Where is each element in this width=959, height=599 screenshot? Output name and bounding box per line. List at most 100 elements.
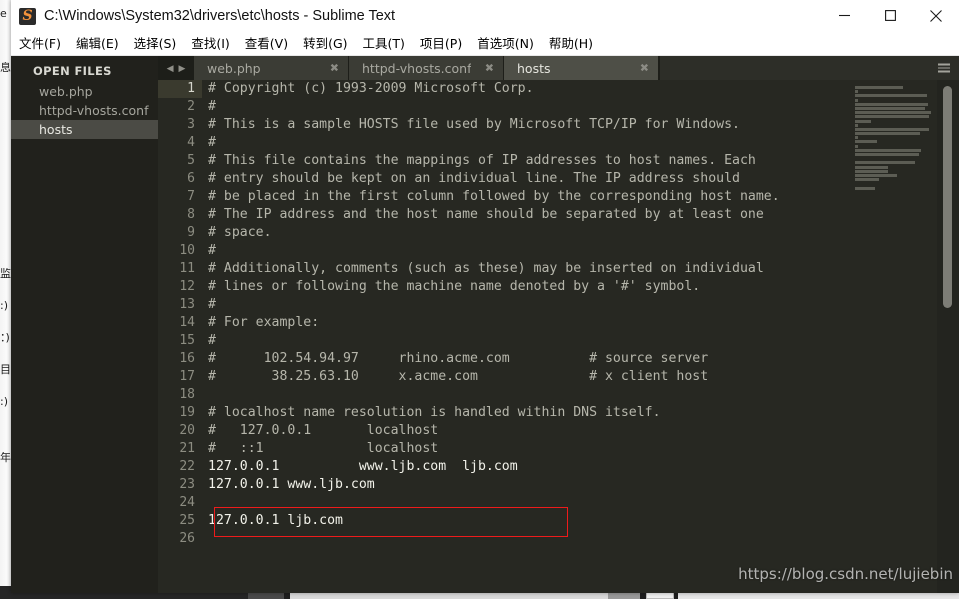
code-line: # lines or following the machine name de… <box>208 279 701 294</box>
minimap-row <box>855 127 929 131</box>
minimize-icon <box>838 14 850 17</box>
sidebar-item-web-php[interactable]: web.php <box>11 82 158 101</box>
tab-next-icon[interactable]: ▶ <box>179 63 186 73</box>
minimap-row <box>855 119 871 123</box>
minimap-row <box>855 161 915 165</box>
minimap-row <box>855 178 879 182</box>
code-line: # be placed in the first column followed… <box>208 189 780 204</box>
editor-scrollbar-thumb[interactable] <box>943 86 952 308</box>
sublime-text-window: S C:\Windows\System32\drivers\etc\hosts … <box>11 0 959 593</box>
tab-httpd-vhosts-conf[interactable]: httpd-vhosts.conf ✖ <box>349 56 504 80</box>
line-number: 13 <box>179 297 195 312</box>
tab-prev-icon[interactable]: ◀ <box>167 63 174 73</box>
tab-label: hosts <box>517 60 551 76</box>
line-number: 3 <box>187 117 195 132</box>
sidebar-item-httpd-vhosts-conf[interactable]: httpd-vhosts.conf <box>11 101 158 120</box>
menu-item-project[interactable]: 项目(P) <box>420 33 462 55</box>
sublime-logo-icon: S <box>19 8 36 25</box>
minimap-row <box>855 153 919 156</box>
code-line: # ::1 localhost <box>208 441 439 456</box>
tab-bar-filler <box>659 56 959 80</box>
hamburger-menu-icon[interactable] <box>938 63 950 73</box>
line-number: 8 <box>187 207 195 222</box>
sidebar: OPEN FILES web.php httpd-vhosts.conf hos… <box>11 56 158 593</box>
menu-item-file[interactable]: 文件(F) <box>19 33 61 55</box>
code-content[interactable]: # Copyright (c) 1993-2009 Microsoft Corp… <box>202 80 847 593</box>
minimap-row <box>855 94 927 98</box>
code-line: # space. <box>208 225 272 240</box>
minimap-row <box>855 173 897 177</box>
minimap-row <box>855 148 921 152</box>
minimap-row <box>855 136 858 140</box>
minimap-row <box>855 123 858 127</box>
line-number-gutter: 1 2 3 4 5 6 7 8 9 10 11 12 13 14 15 16 1… <box>158 80 202 593</box>
code-line: # Additionally, comments (such as these)… <box>208 261 764 276</box>
editor-scrollbar-track[interactable] <box>937 80 959 593</box>
code-line: # <box>208 99 216 114</box>
code-line: # <box>208 135 216 150</box>
title-bar: S C:\Windows\System32\drivers\etc\hosts … <box>11 0 959 33</box>
line-number: 18 <box>179 387 195 402</box>
minimap-row <box>855 111 931 115</box>
menu-item-help[interactable]: 帮助(H) <box>549 33 593 55</box>
menu-bar: 文件(F) 编辑(E) 选择(S) 查找(I) 查看(V) 转到(G) 工具(T… <box>11 33 959 56</box>
minimap-row <box>855 186 875 190</box>
line-number: 22 <box>179 459 195 474</box>
line-number: 24 <box>179 495 195 510</box>
line-number: 19 <box>179 405 195 420</box>
minimap-row <box>855 98 858 102</box>
sidebar-item-hosts[interactable]: hosts <box>11 120 158 139</box>
line-number: 7 <box>187 189 195 204</box>
editor-pane[interactable]: 1 2 3 4 5 6 7 8 9 10 11 12 13 14 15 16 1… <box>158 80 959 593</box>
minimap-row <box>855 86 903 89</box>
maximize-button[interactable] <box>867 0 913 31</box>
menu-item-view[interactable]: 查看(V) <box>245 33 288 55</box>
main-body: OPEN FILES web.php httpd-vhosts.conf hos… <box>11 56 959 593</box>
line-number: 25 <box>179 513 195 528</box>
code-line: # <box>208 333 216 348</box>
menu-item-tools[interactable]: 工具(T) <box>363 33 405 55</box>
sidebar-section-open-files: OPEN FILES <box>33 64 112 78</box>
close-button[interactable] <box>913 0 959 31</box>
line-number: 11 <box>179 261 195 276</box>
line-number: 9 <box>187 225 195 240</box>
code-line: # <box>208 243 216 258</box>
line-number: 12 <box>179 279 195 294</box>
line-number: 20 <box>179 423 195 438</box>
tab-close-icon[interactable]: ✖ <box>640 62 649 75</box>
minimize-button[interactable] <box>821 0 867 31</box>
menu-item-preferences[interactable]: 首选项(N) <box>477 33 534 55</box>
tab-hosts[interactable]: hosts ✖ <box>504 56 659 80</box>
minimap-row <box>855 169 888 173</box>
line-number: 21 <box>179 441 195 456</box>
tab-close-icon[interactable]: ✖ <box>330 62 339 75</box>
sublime-logo-letter: S <box>22 8 33 24</box>
line-number: 1 <box>158 80 202 98</box>
menu-item-goto[interactable]: 转到(G) <box>303 33 347 55</box>
code-line: # <box>208 297 216 312</box>
line-number: 23 <box>179 477 195 492</box>
tab-label: httpd-vhosts.conf <box>362 60 472 76</box>
menu-item-selection[interactable]: 选择(S) <box>134 33 177 55</box>
tab-navigation[interactable]: ◀ ▶ <box>158 56 194 80</box>
code-line: # entry should be kept on an individual … <box>208 171 740 186</box>
code-line: 127.0.0.1 www.ljb.com ljb.com <box>208 459 518 474</box>
minimap-row <box>855 90 858 94</box>
code-line: # 102.54.94.97 rhino.acme.com # source s… <box>208 351 709 366</box>
line-number: 6 <box>187 171 195 186</box>
line-number: 16 <box>179 351 195 366</box>
menu-item-find[interactable]: 查找(I) <box>191 33 229 55</box>
line-number: 15 <box>179 333 195 348</box>
minimap[interactable] <box>851 80 937 593</box>
tab-bar: ◀ ▶ web.php ✖ httpd-vhosts.conf ✖ hosts … <box>158 56 959 80</box>
minimap-row <box>855 106 925 110</box>
code-line: # The IP address and the host name shoul… <box>208 207 764 222</box>
code-line: 127.0.0.1 www.ljb.com <box>208 477 375 492</box>
tab-web-php[interactable]: web.php ✖ <box>194 56 349 80</box>
menu-item-edit[interactable]: 编辑(E) <box>76 33 119 55</box>
line-number: 14 <box>179 315 195 330</box>
tab-close-icon[interactable]: ✖ <box>485 62 494 75</box>
